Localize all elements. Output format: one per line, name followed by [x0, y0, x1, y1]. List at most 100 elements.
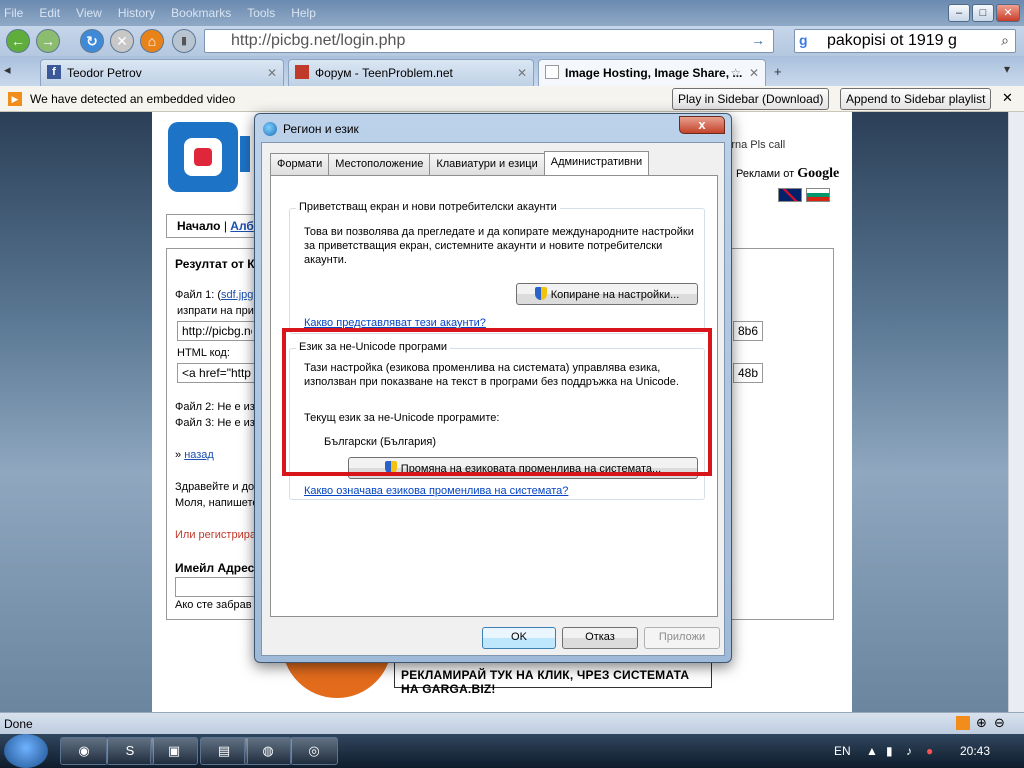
dialog-close-icon[interactable]: x — [679, 116, 725, 134]
stop-icon[interactable]: ✕ — [110, 29, 134, 53]
page-scrollbar[interactable] — [1008, 112, 1024, 712]
tab-label: Teodor Petrov — [67, 66, 142, 80]
maximize-icon[interactable]: □ — [972, 4, 994, 22]
email-label: Имейл Адрес — [175, 561, 255, 575]
facebook-icon: f — [47, 65, 61, 79]
forum-favicon-icon — [295, 65, 309, 79]
direct-link-field-tail[interactable] — [733, 321, 763, 341]
bulgarian-flag-icon[interactable] — [806, 188, 830, 202]
close-window-icon[interactable]: ✕ — [996, 4, 1020, 22]
welcome-group-title: Приветстващ екран и нови потребителски а… — [296, 201, 560, 213]
notification-tray-icon[interactable]: ● — [926, 744, 933, 758]
email-input[interactable] — [175, 577, 255, 597]
search-bar[interactable]: g ⌕ — [794, 29, 1016, 53]
clock[interactable]: 20:43 — [960, 744, 990, 758]
system-locale-help-link[interactable]: Какво означава езикова променлива на сис… — [304, 485, 568, 497]
tab-facebook[interactable]: f Teodor Petrov ✕ — [40, 59, 284, 86]
close-tab-icon[interactable]: ✕ — [267, 66, 277, 80]
new-tab-icon[interactable]: + — [774, 64, 782, 79]
zoom-in-icon[interactable]: ⊕ — [976, 715, 987, 731]
menu-history[interactable]: History — [118, 6, 155, 20]
forward-arrow-icon[interactable]: → — [36, 29, 60, 53]
cancel-button[interactable]: Отказ — [562, 627, 638, 649]
zoom-out-icon[interactable]: ⊖ — [994, 715, 1005, 731]
nav-album[interactable]: Алб — [230, 219, 254, 233]
tv-addon-icon[interactable] — [956, 716, 970, 730]
navigation-toolbar: ← → ↻ ✕ ⌂ ▮ → g ⌕ — [0, 26, 1024, 56]
back-link-row: » назад — [175, 449, 214, 461]
search-input[interactable] — [827, 30, 997, 52]
taskbar-skype-icon[interactable]: S — [106, 737, 154, 765]
welcome-screen-group: Приветстващ екран и нови потребителски а… — [289, 201, 705, 334]
menu-tools[interactable]: Tools — [247, 6, 275, 20]
menu-edit[interactable]: Edit — [39, 6, 60, 20]
video-tv-icon: ▶ — [8, 92, 22, 106]
google-ads-label[interactable]: Реклами от Google — [736, 166, 839, 182]
ok-button[interactable]: OK — [482, 627, 556, 649]
go-arrow-icon[interactable]: → — [751, 32, 765, 48]
reload-icon[interactable]: ↻ — [80, 29, 104, 53]
html-code-field-tail[interactable] — [733, 363, 763, 383]
tab-forum[interactable]: Форум - TeenProblem.net ✕ — [288, 59, 534, 86]
bookmark-star-icon[interactable]: ☆ — [730, 66, 741, 80]
english-flag-icon[interactable] — [778, 188, 802, 202]
file3-status: Файл 3: Не е из — [175, 417, 255, 429]
tab-bar: f Teodor Petrov ✕ Форум - TeenProblem.ne… — [0, 56, 1024, 86]
back-arrow-icon[interactable]: ← — [6, 29, 30, 53]
address-bar[interactable]: → — [204, 29, 774, 53]
tab-formats[interactable]: Формати — [270, 153, 330, 175]
language-flags — [778, 188, 830, 202]
logo-text-fragment — [240, 136, 250, 172]
taskbar-chrome-icon[interactable]: ◉ — [60, 737, 108, 765]
garga-banner[interactable]: РЕКЛАМИРАЙ ТУК НА КЛИК, ЧРЕЗ СИСТЕМАТА Н… — [394, 660, 712, 696]
url-input[interactable] — [205, 30, 705, 52]
language-indicator[interactable]: EN — [834, 744, 851, 758]
taskbar-region-icon[interactable]: ◍ — [244, 737, 292, 765]
menu-bookmarks[interactable]: Bookmarks — [171, 6, 231, 20]
google-search-icon[interactable]: g — [799, 32, 808, 48]
dialog-title: Регион и език — [283, 122, 359, 136]
welcome-description: Това ви позволява да прегледате и да коп… — [304, 226, 694, 266]
back-link[interactable]: назад — [184, 449, 214, 461]
menu-help[interactable]: Help — [291, 6, 316, 20]
close-notification-icon[interactable]: ✕ — [1002, 90, 1013, 106]
register-link[interactable]: Или регистрира — [175, 529, 256, 541]
taskbar-firefox-icon[interactable]: ◎ — [290, 737, 338, 765]
close-tab-icon[interactable]: ✕ — [749, 66, 759, 80]
network-icon[interactable]: ▮ — [886, 744, 893, 758]
file1-link[interactable]: sdf.jpg — [221, 289, 253, 301]
append-playlist-button[interactable]: Append to Sidebar playlist — [840, 88, 992, 110]
tab-image-hosting[interactable]: Image Hosting, Image Share, ... ☆ ✕ — [538, 59, 766, 86]
tray-arrow-icon[interactable]: ▲ — [866, 744, 878, 758]
tab-label: Image Hosting, Image Share, ... — [565, 66, 743, 80]
greeting-text: Здравейте и до — [175, 481, 255, 493]
send-label: изпрати на при — [177, 305, 254, 317]
dialog-tabs: Формати Местоположение Клавиатури и езиц… — [270, 151, 650, 175]
nav-home[interactable]: Начало — [177, 219, 220, 233]
tab-list-icon[interactable]: ◂ — [4, 62, 11, 78]
menu-view[interactable]: View — [76, 6, 102, 20]
taskbar-media-icon[interactable]: ▤ — [200, 737, 248, 765]
notification-text: We have detected an embedded video — [30, 92, 236, 106]
taskbar-monitor-icon[interactable]: ▣ — [150, 737, 198, 765]
tab-scroll-icon[interactable]: ▾ — [1004, 62, 1010, 76]
trash-icon[interactable]: ▮ — [172, 29, 196, 53]
minimize-icon[interactable]: – — [948, 4, 970, 22]
tab-administrative[interactable]: Административни — [543, 151, 650, 175]
start-button-icon[interactable] — [4, 734, 48, 768]
close-tab-icon[interactable]: ✕ — [517, 66, 527, 80]
tab-keyboards[interactable]: Клавиатури и езици — [429, 153, 545, 175]
tab-location[interactable]: Местоположение — [328, 153, 431, 175]
volume-icon[interactable]: ♪ — [906, 744, 912, 758]
home-icon[interactable]: ⌂ — [140, 29, 164, 53]
html-code-field[interactable] — [177, 363, 257, 383]
direct-link-field[interactable] — [177, 321, 257, 341]
menu-file[interactable]: File — [4, 6, 23, 20]
magnifier-icon[interactable]: ⌕ — [1001, 32, 1009, 49]
forgot-text: Ако сте забрав — [175, 599, 252, 611]
play-in-sidebar-button[interactable]: Play in Sidebar (Download) — [672, 88, 830, 110]
page-favicon-icon — [545, 65, 559, 79]
apply-button[interactable]: Приложи — [644, 627, 720, 649]
copy-settings-button[interactable]: Копиране на настройки... — [516, 283, 698, 305]
picbg-logo — [168, 122, 238, 192]
